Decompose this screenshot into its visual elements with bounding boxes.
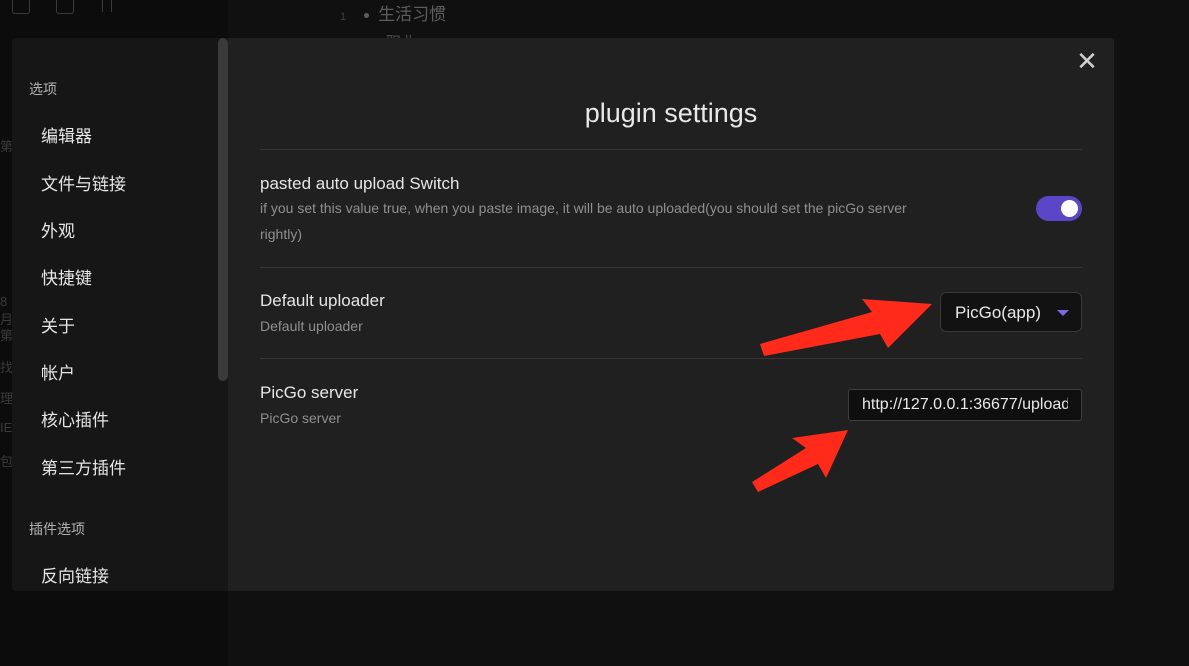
bullet-icon [364, 13, 370, 19]
background-editor-line: 1 生活习惯 [340, 0, 446, 25]
default-uploader-dropdown[interactable]: PicGo(app) [940, 292, 1082, 332]
background-left-char: 8月 [0, 294, 12, 327]
auto-upload-setting-desc-line1: if you set this value true, when you pas… [260, 200, 907, 216]
sidebar-item-about[interactable]: 关于 [41, 312, 75, 337]
background-left-char: 第 [0, 139, 12, 154]
settings-modal: 选项 编辑器 文件与链接 外观 快捷键 关于 帐户 核心插件 第三方插件 插件选… [12, 38, 1114, 591]
background-left-char: 包 [0, 454, 12, 469]
close-button[interactable]: ✕ [1076, 48, 1098, 74]
background-left-char: 第 [0, 328, 12, 343]
picgo-server-setting-name: PicGo server [260, 383, 359, 402]
divider [260, 149, 1082, 150]
background-left-char: 找 [0, 360, 12, 375]
picgo-server-setting-desc: PicGo server [260, 410, 341, 426]
dropdown-selected-value: PicGo(app) [955, 303, 1041, 322]
sidebar-item-account[interactable]: 帐户 [41, 359, 75, 384]
plugin-settings-panel: ✕ plugin settings pasted auto upload Swi… [228, 38, 1114, 591]
auto-upload-setting-desc-line2: rightly) [260, 226, 303, 242]
toggle-knob [1061, 200, 1078, 217]
line-number: 1 [340, 11, 347, 23]
background-left-char: 理 [0, 391, 12, 406]
divider [260, 358, 1082, 359]
sort-icon [102, 0, 112, 12]
chevron-down-icon [1057, 310, 1069, 316]
annotation-arrow-icon [760, 299, 932, 356]
sidebar-item-third-party-plugins[interactable]: 第三方插件 [41, 454, 126, 479]
background-editor-line-2: 职业 [386, 31, 416, 38]
editor-line-text: 生活习惯 [378, 5, 447, 24]
folder-icon [56, 0, 74, 14]
sidebar-item-editor[interactable]: 编辑器 [41, 122, 92, 147]
settings-sidebar: 选项 编辑器 文件与链接 外观 快捷键 关于 帐户 核心插件 第三方插件 插件选… [12, 38, 228, 591]
sidebar-item-appearance[interactable]: 外观 [41, 217, 75, 242]
file-icon [12, 0, 30, 14]
sidebar-heading-plugin-options: 插件选项 [29, 521, 85, 537]
background-toolbar [0, 0, 140, 18]
default-uploader-setting-desc: Default uploader [260, 318, 363, 334]
sidebar-scrollbar[interactable] [218, 38, 228, 381]
background-left-char: IE [0, 420, 12, 435]
close-icon: ✕ [1076, 46, 1098, 76]
sidebar-item-hotkeys[interactable]: 快捷键 [41, 264, 92, 289]
sidebar-heading-options: 选项 [29, 81, 57, 97]
page-title: plugin settings [584, 98, 758, 128]
default-uploader-setting-name: Default uploader [260, 291, 385, 310]
auto-upload-toggle[interactable] [1036, 196, 1082, 221]
auto-upload-setting-name: pasted auto upload Switch [260, 174, 460, 193]
sidebar-item-backlinks[interactable]: 反向链接 [41, 562, 109, 587]
sidebar-item-files-links[interactable]: 文件与链接 [41, 170, 126, 195]
picgo-server-input[interactable] [848, 389, 1082, 421]
annotation-arrow-icon [752, 430, 848, 492]
sidebar-item-core-plugins[interactable]: 核心插件 [41, 406, 109, 431]
divider [260, 267, 1082, 268]
